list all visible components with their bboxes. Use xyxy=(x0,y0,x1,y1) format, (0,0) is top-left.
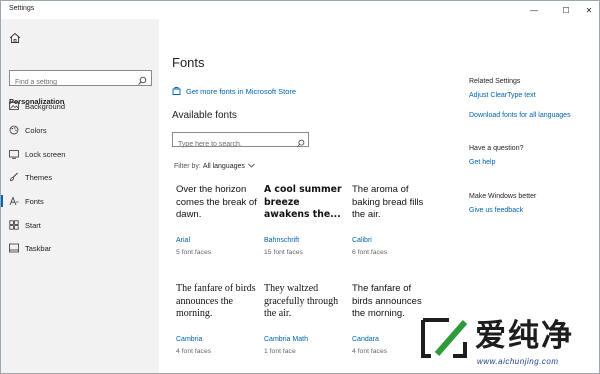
download-fonts-link[interactable]: Download fonts for all languages xyxy=(469,112,571,119)
font-face-count: 5 font faces xyxy=(176,249,212,256)
font-tile-arial[interactable]: Over the horizon comes the break of dawn… xyxy=(176,184,258,274)
sidebar-item-label: Themes xyxy=(25,172,53,182)
sidebar-item-colors[interactable]: Colors xyxy=(1,119,159,141)
search-icon[interactable] xyxy=(296,135,305,147)
sidebar-item-label: Start xyxy=(25,220,41,230)
font-face-count: 4 font faces xyxy=(352,348,388,355)
font-tile-cambria[interactable]: The fanfare of birds announces the morni… xyxy=(176,283,258,373)
font-face-count: 6 font faces xyxy=(352,249,388,256)
sidebar-item-label: Lock screen xyxy=(25,149,66,159)
picture-icon xyxy=(9,101,19,111)
font-sample-text: The fanfare of birds announces the morni… xyxy=(176,283,256,319)
store-icon xyxy=(172,82,181,100)
give-feedback-link[interactable]: Give us feedback xyxy=(469,207,523,214)
settings-window: Settings — ☐ ✕ Personalization xyxy=(0,0,600,374)
store-link-label: Get more fonts in Microsoft Store xyxy=(186,86,297,96)
font-face-count: 1 font face xyxy=(264,348,296,355)
sidebar-item-label: Fonts xyxy=(25,196,44,206)
window-title: Settings xyxy=(9,5,35,12)
font-tile-bahnschrift[interactable]: A cool summer breeze awakens the... Bahn… xyxy=(264,184,346,274)
sidebar-item-lock-screen[interactable]: Lock screen xyxy=(1,143,159,165)
font-name: Cambria xyxy=(176,336,203,343)
font-name: Cambria Math xyxy=(264,336,308,343)
brush-icon xyxy=(9,172,19,182)
sidebar-item-label: Taskbar xyxy=(25,243,52,253)
font-face-count: 15 font faces xyxy=(264,249,303,256)
font-name: Bahnschrift xyxy=(264,237,300,244)
font-face-count: 4 font faces xyxy=(176,348,212,355)
sidebar-item-fonts[interactable]: Fonts xyxy=(1,190,159,212)
font-search-box[interactable] xyxy=(172,132,309,151)
get-help-link[interactable]: Get help xyxy=(469,159,495,166)
font-name: Candara xyxy=(352,336,379,343)
taskbar-icon xyxy=(9,243,19,253)
lock-screen-icon xyxy=(9,149,19,159)
available-fonts-heading: Available fonts xyxy=(172,110,237,121)
sidebar-item-label: Colors xyxy=(25,125,47,135)
title-bar[interactable]: Settings — ☐ ✕ xyxy=(1,1,599,19)
watermark-logo-icon xyxy=(419,314,469,362)
find-setting-input[interactable] xyxy=(10,75,130,90)
watermark-text: 爱纯净 xyxy=(475,318,574,354)
palette-icon xyxy=(9,125,19,135)
filter-value[interactable]: All languages xyxy=(203,163,245,170)
sidebar-item-background[interactable]: Background xyxy=(1,95,159,117)
get-more-fonts-link[interactable]: Get more fonts in Microsoft Store xyxy=(172,82,296,100)
sidebar-item-start[interactable]: Start xyxy=(1,214,159,236)
font-name: Arial xyxy=(176,237,191,244)
close-button[interactable]: ✕ xyxy=(576,1,599,19)
font-tile-calibri[interactable]: The aroma of baking bread fills the air.… xyxy=(352,184,434,274)
sidebar: Personalization Background Colors Lock s… xyxy=(1,19,159,373)
page-title: Fonts xyxy=(172,55,205,70)
start-icon xyxy=(9,220,19,230)
make-windows-better-heading: Make Windows better xyxy=(469,193,537,200)
filter-label: Filter by: xyxy=(174,163,201,170)
font-name: Calibri xyxy=(352,237,372,244)
font-sample-text: They waltzed gracefully through the air. xyxy=(264,283,339,319)
search-icon[interactable] xyxy=(137,73,147,85)
question-heading: Have a question? xyxy=(469,145,524,152)
find-setting-search[interactable] xyxy=(9,70,152,90)
adjust-cleartype-link[interactable]: Adjust ClearType text xyxy=(469,92,536,99)
watermark-url: www.aichunjing.com xyxy=(477,357,559,366)
font-sample-text: The aroma of baking bread fills the air. xyxy=(352,184,424,220)
font-sample-text: Over the horizon comes the break of dawn… xyxy=(176,184,257,220)
minimize-button[interactable]: — xyxy=(521,1,547,19)
font-tile-cambria-math[interactable]: They waltzed gracefully through the air.… xyxy=(264,283,346,373)
sidebar-item-themes[interactable]: Themes xyxy=(1,166,159,188)
sidebar-item-taskbar[interactable]: Taskbar xyxy=(1,237,159,259)
related-settings-heading: Related Settings xyxy=(469,78,521,85)
site-watermark: 爱纯净 www.aichunjing.com xyxy=(413,308,599,373)
font-icon xyxy=(9,196,19,206)
language-filter[interactable]: Filter by: All languages xyxy=(174,162,256,171)
selection-indicator xyxy=(1,195,3,207)
chevron-down-icon[interactable] xyxy=(247,162,256,171)
font-sample-text: A cool summer breeze awakens the... xyxy=(264,184,342,220)
font-search-input[interactable] xyxy=(173,138,291,151)
sidebar-item-label: Background xyxy=(25,101,66,111)
home-icon[interactable] xyxy=(8,31,22,45)
